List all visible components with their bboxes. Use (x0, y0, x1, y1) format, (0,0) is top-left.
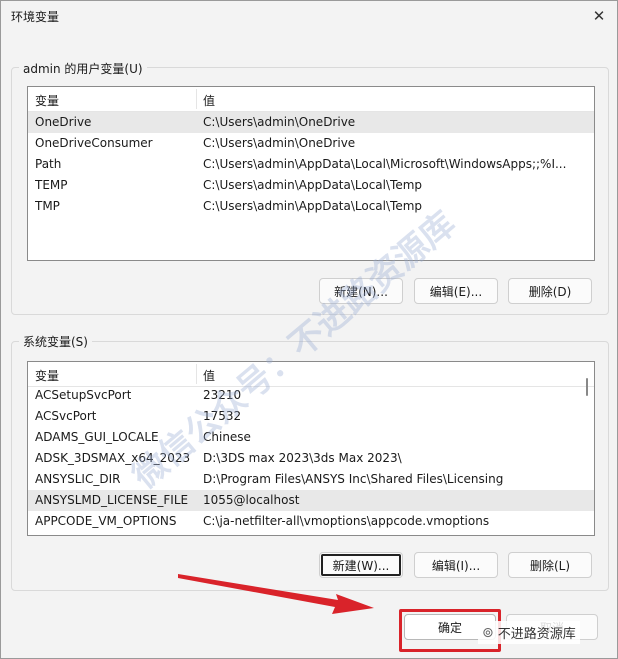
table-row[interactable]: OneDriveConsumer C:\Users\admin\OneDrive (28, 133, 594, 154)
var-name: ACSetupSvcPort (35, 388, 132, 402)
var-name: TEMP (35, 178, 68, 192)
table-row[interactable]: Path C:\Users\admin\AppData\Local\Micros… (28, 154, 594, 175)
wechat-icon: ⊚ (482, 624, 494, 641)
system-vars-header: 变量 值 (28, 362, 594, 387)
var-name: ACSvcPort (35, 409, 97, 423)
var-value: C:\ja-netfilter-all\vmoptions\appcode.vm… (203, 514, 490, 528)
table-row[interactable]: ANSYSLIC_DIR D:\Program Files\ANSYS Inc\… (28, 469, 594, 490)
col-header-value[interactable]: 值 (203, 92, 215, 109)
var-name: APPCODE_VM_OPTIONS (35, 514, 177, 528)
user-edit-button[interactable]: 编辑(E)... (414, 278, 498, 304)
var-name: ANSYSLMD_LICENSE_FILE (35, 493, 189, 507)
table-row[interactable]: OneDrive C:\Users\admin\OneDrive (28, 112, 594, 133)
system-vars-label: 系统变量(S) (19, 333, 92, 350)
brand-badge: ⊚ 不进路资源库 (478, 621, 580, 644)
var-name: OneDrive (35, 115, 92, 129)
table-row[interactable]: ACSetupSvcPort 23210 (28, 385, 594, 406)
var-value: C:\Users\admin\AppData\Local\Microsoft\W… (203, 157, 567, 171)
table-row[interactable]: ACSvcPort 17532 (28, 406, 594, 427)
brand-text: 不进路资源库 (497, 627, 576, 642)
var-value: C:\Users\admin\OneDrive (203, 115, 356, 129)
table-row[interactable]: APPCODE_VM_OPTIONS C:\ja-netfilter-all\v… (28, 511, 594, 532)
var-value: D:\Program Files\ANSYS Inc\Shared Files\… (203, 472, 504, 486)
table-row[interactable]: TMP C:\Users\admin\AppData\Local\Temp (28, 196, 594, 217)
var-name: TMP (35, 199, 60, 213)
var-value: C:\Users\admin\OneDrive (203, 136, 356, 150)
window-title: 环境变量 (11, 10, 60, 24)
title-bar: 环境变量 ✕ (1, 1, 617, 31)
var-name: OneDriveConsumer (35, 136, 153, 150)
table-row[interactable]: TEMP C:\Users\admin\AppData\Local\Temp (28, 175, 594, 196)
vertical-scrollbar[interactable] (581, 363, 593, 534)
var-value: 1055@localhost (203, 493, 300, 507)
user-vars-label: admin 的用户变量(U) (19, 60, 147, 77)
scrollbar-thumb[interactable] (586, 378, 588, 396)
red-arrow-icon (178, 574, 374, 614)
var-value: C:\Users\admin\AppData\Local\Temp (203, 178, 423, 192)
user-vars-list[interactable]: 变量 值 OneDrive C:\Users\admin\OneDrive On… (27, 86, 595, 261)
col-header-name[interactable]: 变量 (35, 92, 59, 109)
table-row[interactable]: ANSYSLMD_LICENSE_FILE 1055@localhost (28, 490, 594, 511)
table-row[interactable]: ADSK_3DSMAX_x64_2023 D:\3DS max 2023\3ds… (28, 448, 594, 469)
var-name: ANSYSLIC_DIR (35, 472, 121, 486)
var-value: D:\3DS max 2023\3ds Max 2023\ (203, 451, 402, 465)
user-delete-button[interactable]: 删除(D) (508, 278, 592, 304)
var-value: Chinese (203, 430, 251, 444)
system-vars-list[interactable]: 变量 值 ACSetupSvcPort 23210 ACSvcPort 1753… (27, 361, 595, 536)
system-edit-button[interactable]: 编辑(I)... (414, 552, 498, 578)
col-header-name[interactable]: 变量 (35, 367, 59, 384)
var-name: Path (35, 157, 62, 171)
table-row[interactable]: ADAMS_GUI_LOCALE Chinese (28, 427, 594, 448)
close-icon[interactable]: ✕ (587, 4, 611, 28)
var-value: C:\Users\admin\AppData\Local\Temp (203, 199, 423, 213)
user-vars-header: 变量 值 (28, 87, 594, 112)
var-value: 17532 (203, 409, 242, 423)
system-delete-button[interactable]: 删除(L) (508, 552, 592, 578)
